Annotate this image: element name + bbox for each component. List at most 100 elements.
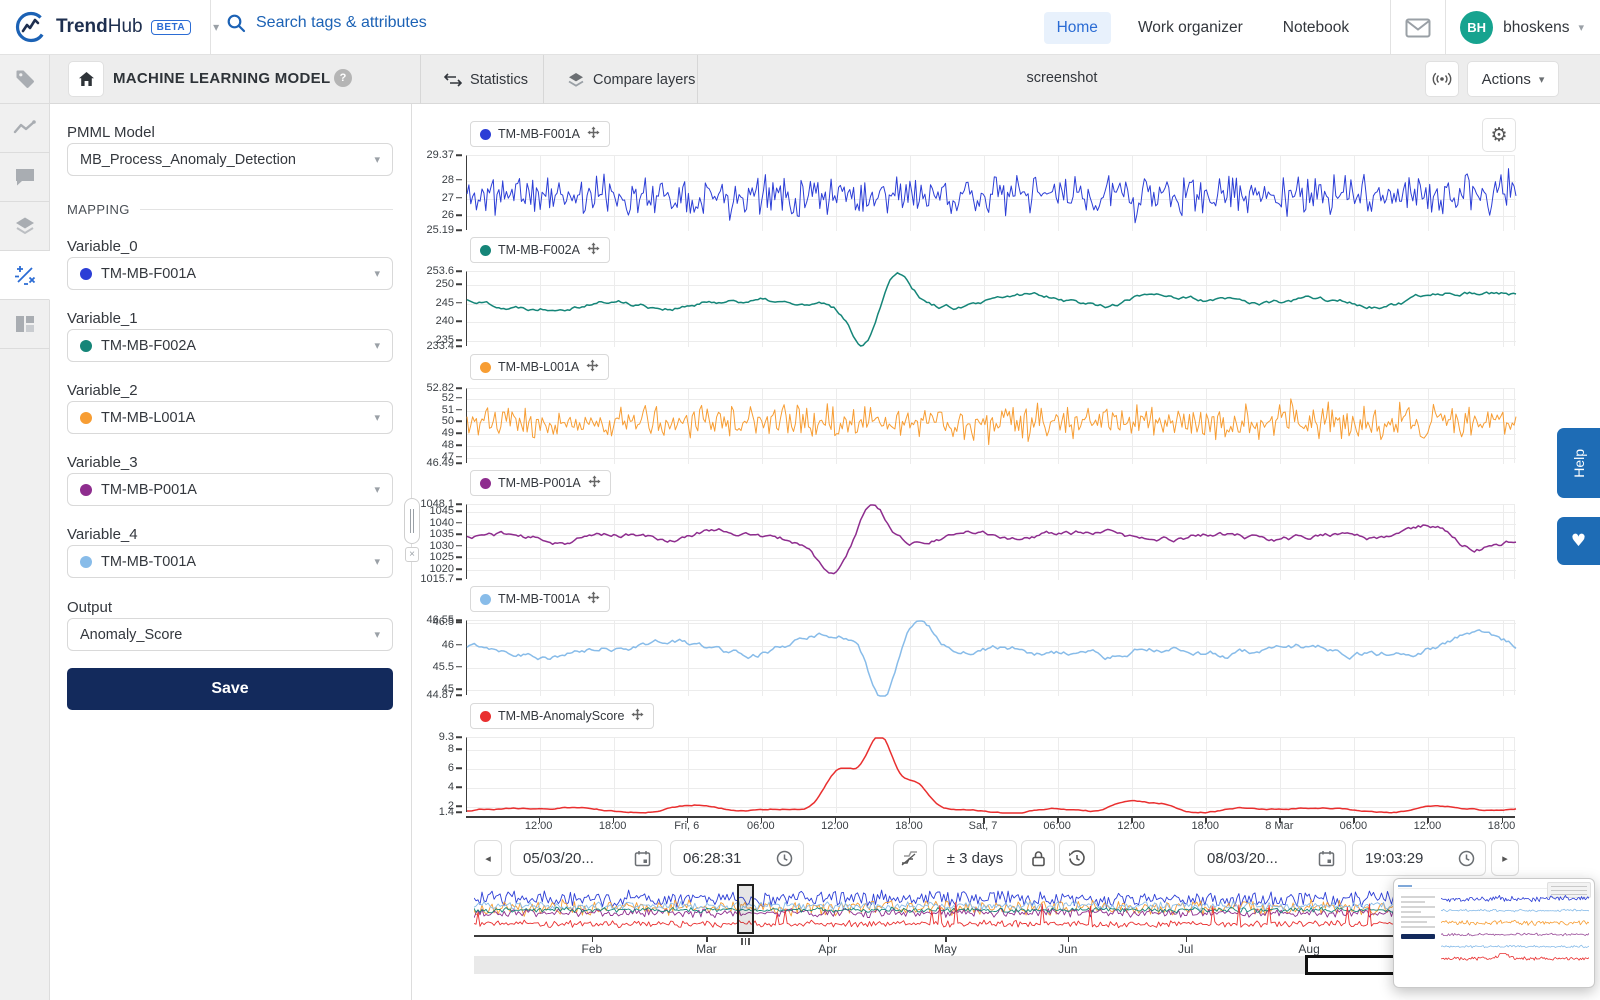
statistics-button[interactable]: Statistics xyxy=(428,55,544,104)
panel-splitter-handle[interactable] xyxy=(404,498,420,544)
y-extreme-label: 9.3 xyxy=(439,731,454,743)
brand[interactable]: TrendHub BETA ▾ xyxy=(14,10,219,44)
output-value: Anomaly_Score xyxy=(80,627,182,643)
chevron-down-icon: ▾ xyxy=(374,153,380,166)
month-label: Feb xyxy=(582,942,603,956)
history-clock-icon xyxy=(1068,850,1086,867)
mail-icon xyxy=(1405,18,1431,38)
layers-icon xyxy=(567,72,585,88)
mail-button[interactable] xyxy=(1405,18,1431,38)
legend-label: TM-MB-F001A xyxy=(498,127,580,141)
x-tick xyxy=(1427,818,1429,823)
actions-button[interactable]: Actions▾ xyxy=(1467,61,1559,97)
legend-pill[interactable]: TM-MB-T001A xyxy=(470,586,610,612)
chart-row-t001a: TM-MB-T001A 46.54645.54546.5544.87 xyxy=(412,583,1600,696)
variable-0-select[interactable]: TM-MB-F001A▾ xyxy=(67,257,393,290)
preview-chart-strip xyxy=(1441,891,1590,903)
legend-dot xyxy=(480,594,491,605)
variable-3-select[interactable]: TM-MB-P001A▾ xyxy=(67,473,393,506)
help-tab[interactable]: Help xyxy=(1557,428,1600,498)
brand-caret-icon[interactable]: ▾ xyxy=(213,20,219,34)
start-date-button[interactable]: 05/03/20... xyxy=(510,840,662,876)
favorite-button[interactable]: ♥ xyxy=(1557,517,1600,565)
legend-label: TM-MB-L001A xyxy=(498,360,579,374)
plot-f001a[interactable] xyxy=(466,155,1515,230)
step-forward-button[interactable]: ▸ xyxy=(1491,840,1519,876)
month-label: Mar xyxy=(696,942,717,956)
tab-home[interactable]: Home xyxy=(1044,12,1111,44)
variable-2-value: TM-MB-L001A xyxy=(101,410,195,426)
legend-pill[interactable]: TM-MB-P001A xyxy=(470,470,611,496)
search-input[interactable] xyxy=(256,14,556,32)
series-color-dot xyxy=(80,556,92,568)
legend-pill[interactable]: TM-MB-F002A xyxy=(470,237,610,263)
home-button[interactable] xyxy=(68,61,104,97)
output-select[interactable]: Anomaly_Score ▾ xyxy=(67,618,393,651)
overview-timeline[interactable] xyxy=(474,886,1516,932)
move-icon xyxy=(587,242,600,258)
live-broadcast-button[interactable] xyxy=(1425,61,1459,97)
y-tick-label: 6 xyxy=(448,762,454,774)
start-time-button[interactable]: 06:28:31 xyxy=(670,840,804,876)
user-menu-caret-icon[interactable]: ▾ xyxy=(1578,21,1584,34)
divider xyxy=(210,0,211,55)
lock-icon xyxy=(1031,850,1046,867)
timeline-brush[interactable] xyxy=(737,884,754,934)
y-axis: 52515049484752.8246.49 xyxy=(412,388,462,463)
month-label: May xyxy=(934,942,957,956)
tab-work-organizer[interactable]: Work organizer xyxy=(1125,12,1256,44)
plot-anomalyscore[interactable] xyxy=(466,737,1515,812)
tab-notebook[interactable]: Notebook xyxy=(1270,12,1362,44)
move-icon xyxy=(631,708,644,724)
clock-icon xyxy=(1458,850,1475,867)
plot-anomaly[interactable] xyxy=(466,620,1515,695)
variable-1-label: Variable_1 xyxy=(67,310,138,327)
x-axis-line xyxy=(466,816,1515,818)
compare-layers-button[interactable]: Compare layers xyxy=(551,55,711,104)
history-button[interactable] xyxy=(1059,840,1095,876)
trendhub-app: TrendHub BETA ▾ Home Work organizer Note… xyxy=(0,0,1600,1000)
range-button[interactable]: ± 3 days xyxy=(933,840,1017,876)
title-help-icon[interactable]: ? xyxy=(334,69,352,87)
variable-4-select[interactable]: TM-MB-T001A▾ xyxy=(67,545,393,578)
legend-pill[interactable]: TM-MB-F001A xyxy=(470,121,610,147)
plot-l001a[interactable] xyxy=(466,388,1515,463)
variable-2-select[interactable]: TM-MB-L001A▾ xyxy=(67,401,393,434)
end-time-button[interactable]: 19:03:29 xyxy=(1352,840,1486,876)
lock-range-button[interactable] xyxy=(1021,840,1055,876)
rail-dashboard-button[interactable] xyxy=(0,300,50,349)
rail-ml-model-button[interactable] xyxy=(0,251,50,300)
plot-f002a[interactable] xyxy=(466,271,1515,346)
search-bar[interactable] xyxy=(226,13,556,33)
variable-4-value: TM-MB-T001A xyxy=(101,554,196,570)
divider xyxy=(1390,0,1391,55)
rail-layers-button[interactable] xyxy=(0,202,50,251)
move-icon xyxy=(588,475,601,491)
variable-1-select[interactable]: TM-MB-F002A▾ xyxy=(67,329,393,362)
brush-grip-handle[interactable] xyxy=(739,937,752,945)
legend-pill[interactable]: TM-MB-L001A xyxy=(470,354,609,380)
y-extreme-label: 29.37 xyxy=(426,149,454,161)
rail-trends-button[interactable] xyxy=(0,104,50,153)
legend-dot xyxy=(480,711,491,722)
step-back-button[interactable]: ◂ xyxy=(474,840,502,876)
pmml-model-select[interactable]: MB_Process_Anomaly_Detection▾ xyxy=(67,143,393,176)
screenshot-preview-card[interactable] xyxy=(1393,878,1595,988)
avatar[interactable]: BH xyxy=(1460,11,1493,44)
preview-chart-strip xyxy=(1441,915,1590,927)
plot-p001a[interactable] xyxy=(466,504,1515,579)
rail-comments-button[interactable] xyxy=(0,153,50,202)
end-date-button[interactable]: 08/03/20... xyxy=(1194,840,1346,876)
legend-pill[interactable]: TM-MB-AnomalyScore xyxy=(470,703,654,729)
chart-settings-button[interactable]: ⚙ xyxy=(1482,118,1516,152)
chart-mode-button[interactable] xyxy=(893,840,927,876)
chevron-down-icon: ▾ xyxy=(374,628,380,641)
rail-tags-button[interactable] xyxy=(0,55,50,104)
dashboard-icon xyxy=(15,315,35,333)
legend-dot xyxy=(480,362,491,373)
panel-collapse-button[interactable]: × xyxy=(405,547,419,562)
brand-name: TrendHub xyxy=(56,16,143,38)
ml-model-icon xyxy=(13,263,37,287)
divider xyxy=(140,209,393,210)
save-button[interactable]: Save xyxy=(67,668,393,710)
